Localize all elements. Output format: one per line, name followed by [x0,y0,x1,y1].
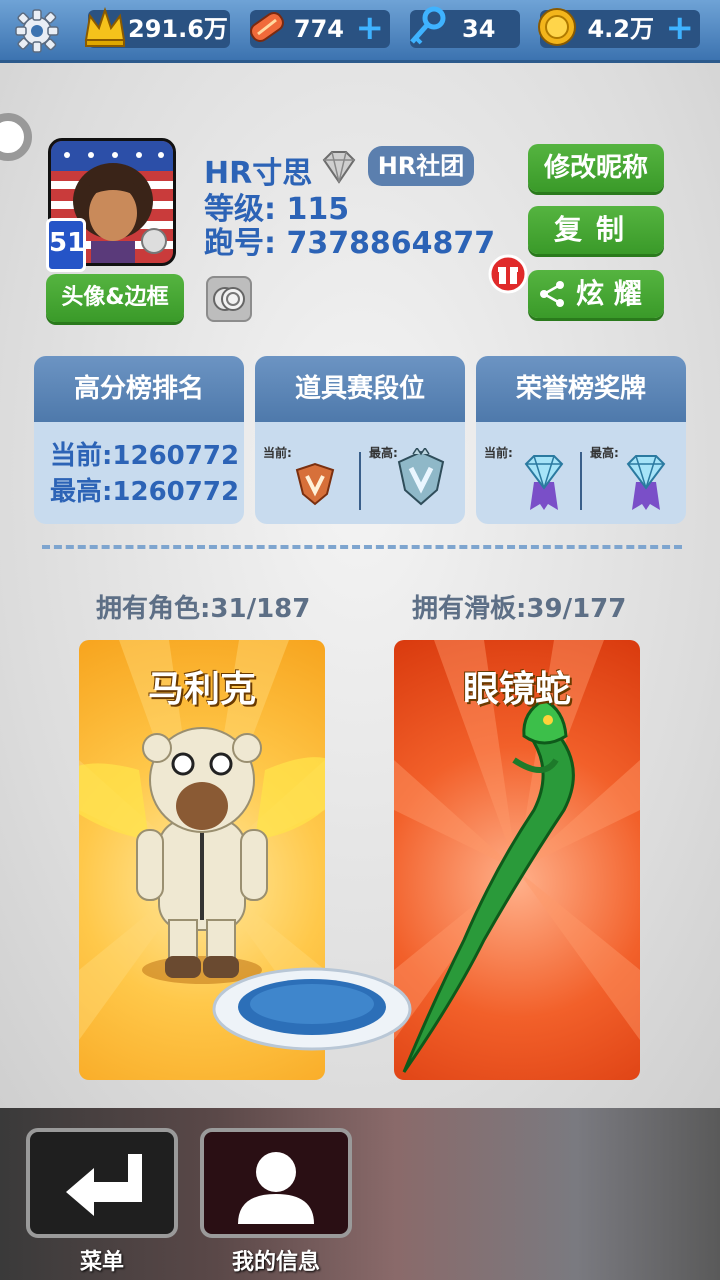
bronze-tier-icon [295,462,335,506]
score-value: 291.6万 [128,15,228,43]
diamond-rank-icon [322,151,356,184]
avatar-level-badge: 51 [46,218,86,272]
diamond-medal-best-icon [626,455,666,510]
item-tier-card[interactable]: 道具赛段位 当前: 最高: [255,356,465,524]
diamond-medal-icon [524,455,564,510]
coins-stack-icon [213,287,245,311]
honor-medal-divider [580,452,582,510]
item-tier-title: 道具赛段位 [255,356,465,422]
avatar-frame-button[interactable]: 头像&边框 [46,274,184,322]
hoverboard-icon [250,12,284,42]
keys-counter: 34 [410,6,520,48]
club-tag[interactable]: HR社团 [368,146,474,186]
top-resource-bar: 291.6万 774 + 34 4.2万 + [0,0,720,63]
portal-ring-icon [212,967,412,1051]
section-divider [42,545,682,549]
score-rank-current: 当前:1260772 [50,441,240,471]
settings-gear-icon[interactable] [14,8,60,54]
score-rank-card[interactable]: 高分榜排名 当前:1260772 最高:1260772 [34,356,244,524]
coins-counter: 4.2万 + [538,8,700,48]
board-showcase[interactable]: 眼镜蛇 [394,640,640,1080]
corner-indicator [0,113,32,161]
boards-value: 774 [293,15,344,43]
score-rank-best: 最高:1260772 [50,477,240,507]
score-rank-title: 高分榜排名 [34,356,244,422]
runner-id: 跑号: 7378864877 [204,226,496,261]
my-info-label: 我的信息 [231,1250,320,1275]
edit-nickname-button[interactable]: 修改昵称 [528,144,664,192]
honor-medal-best-label: 最高: [590,446,619,460]
owned-boards: 拥有滑板:39/177 [412,594,627,624]
honor-medal-title: 荣誉榜奖牌 [476,356,686,422]
share-button[interactable]: 炫 耀 [528,270,664,318]
coins-value: 4.2万 [587,15,654,43]
silver-tier-icon [397,448,445,506]
copy-button[interactable]: 复制 [528,206,664,254]
honor-medal-current-label: 当前: [484,446,513,460]
coin-icon [538,8,576,46]
return-arrow-icon [66,1154,142,1216]
my-info-button[interactable] [200,1128,352,1238]
board-name: 眼镜蛇 [462,669,571,710]
item-tier-divider [359,452,361,510]
menu-button[interactable] [26,1128,178,1238]
crown-icon [84,6,126,47]
share-icon [540,281,564,307]
character-name: 马利克 [147,669,256,710]
coin-frame-button[interactable] [206,276,252,322]
gift-icon[interactable] [488,254,528,294]
score-counter: 291.6万 [84,6,230,48]
honor-medal-card[interactable]: 荣誉榜奖牌 当前: 最高: [476,356,686,524]
owned-characters: 拥有角色:31/187 [96,594,311,624]
keys-value: 34 [462,15,496,43]
add-boards-button[interactable]: + [356,10,385,46]
user-icon [238,1152,314,1224]
add-coins-button[interactable]: + [666,10,695,46]
menu-label: 菜单 [79,1250,124,1275]
key-icon [410,6,446,45]
boards-counter: 774 + [250,10,390,48]
item-tier-current-label: 当前: [263,446,292,460]
